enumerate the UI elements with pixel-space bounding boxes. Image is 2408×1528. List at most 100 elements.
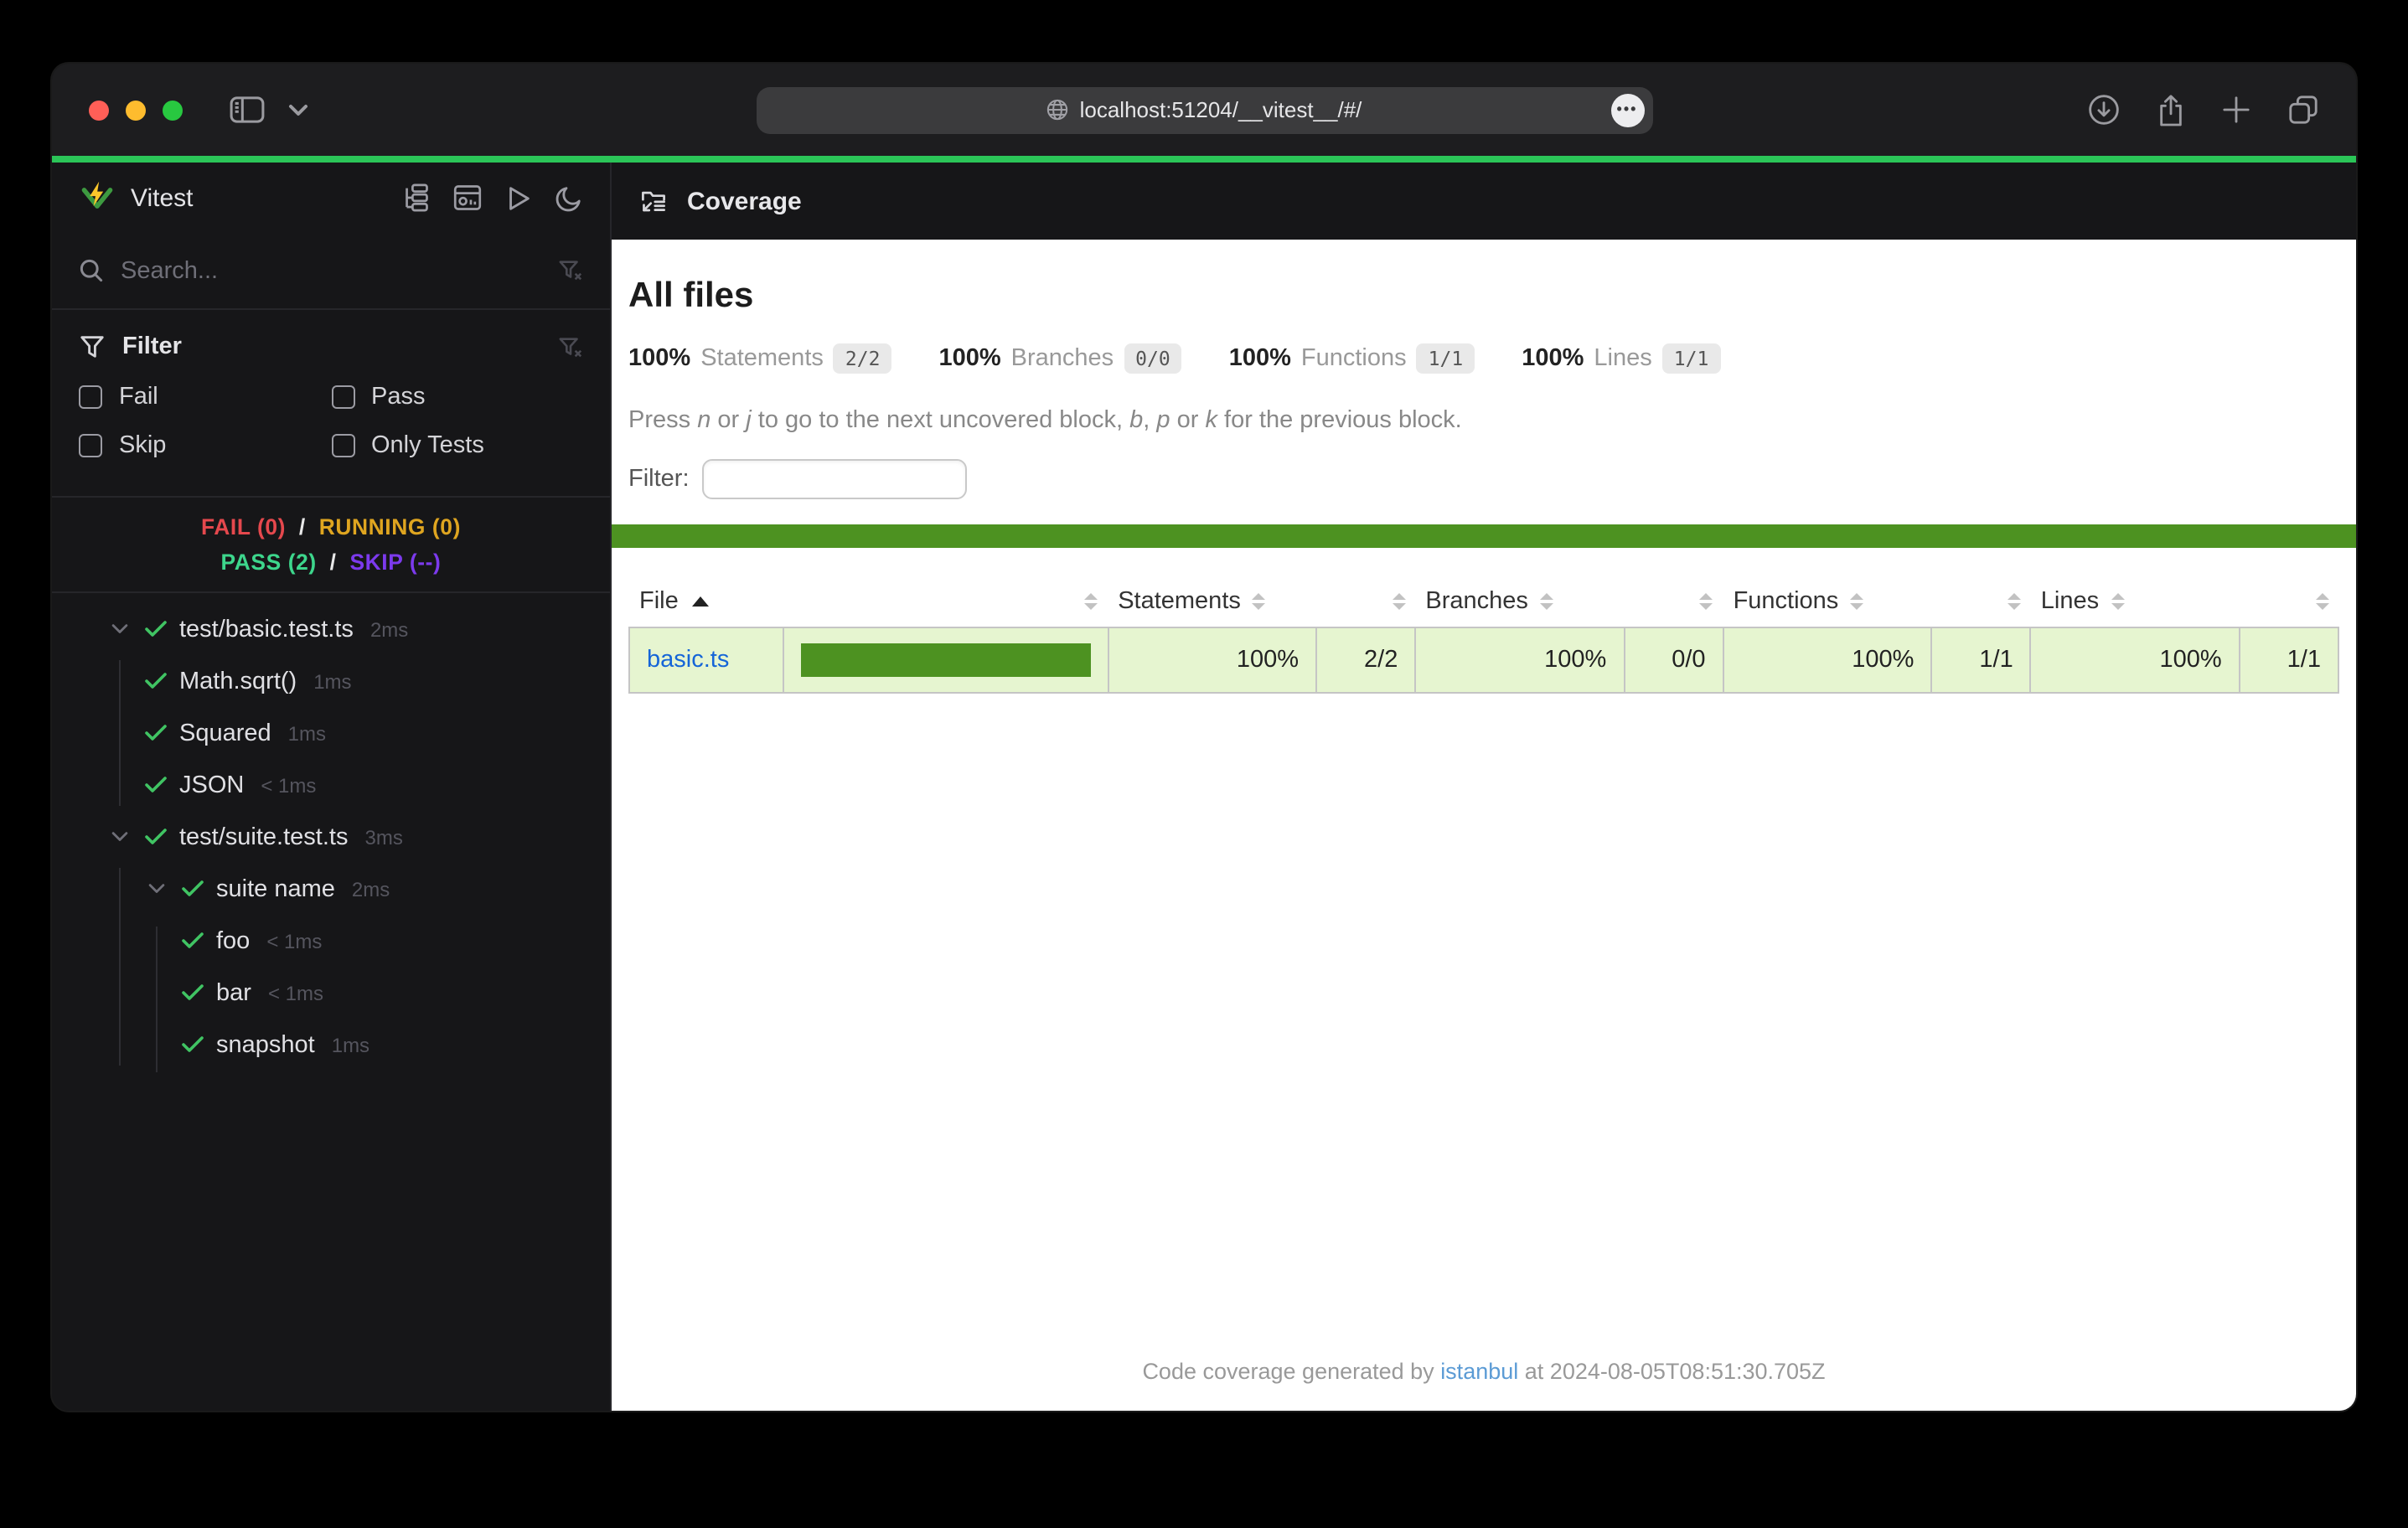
file-link[interactable]: basic.ts xyxy=(647,647,729,674)
tree-item-test[interactable]: foo < 1ms xyxy=(52,915,610,967)
statements-raw-cell: 2/2 xyxy=(1316,627,1415,693)
url-text: localhost:51204/__vitest__/#/ xyxy=(1080,97,1362,122)
sort-icon[interactable] xyxy=(1540,593,1553,610)
column-header-branches-raw[interactable] xyxy=(1624,576,1723,627)
statements-pct-cell: 100% xyxy=(1108,627,1316,693)
summary-functions: 100% Functions 1/1 xyxy=(1229,343,1475,374)
zoom-window-button[interactable] xyxy=(163,100,183,120)
sort-icon[interactable] xyxy=(1253,593,1266,610)
coverage-report: All files 100% Statements 2/2 100% Branc… xyxy=(612,240,2356,1411)
search-icon xyxy=(79,258,104,283)
duration: 3ms xyxy=(365,825,403,849)
coverage-summary: 100% Statements 2/2 100% Branches 0/0 10… xyxy=(628,343,2339,374)
clear-filters-icon[interactable] xyxy=(558,334,583,359)
fraction-badge: 1/1 xyxy=(1662,343,1721,374)
filter-checkbox-fail[interactable]: Fail xyxy=(79,384,331,410)
lines-raw-cell: 1/1 xyxy=(2240,627,2338,693)
overall-coverage-bar xyxy=(612,524,2356,548)
test-tree: test/basic.test.ts 2ms Math.sqrt() 1ms S… xyxy=(52,593,610,1411)
new-tab-icon[interactable] xyxy=(2222,96,2250,124)
sort-icon[interactable] xyxy=(2315,593,2328,610)
functions-pct-cell: 100% xyxy=(1723,627,1932,693)
clear-search-filter-icon[interactable] xyxy=(558,258,583,283)
close-window-button[interactable] xyxy=(89,100,109,120)
coverage-report-icon xyxy=(638,186,669,216)
page-settings-button[interactable]: ••• xyxy=(1610,93,1644,126)
chevron-down-icon[interactable] xyxy=(106,823,132,850)
filter-checkbox-skip[interactable]: Skip xyxy=(79,432,331,459)
tree-item-file[interactable]: test/suite.test.ts 3ms xyxy=(52,811,610,863)
report-footer: Code coverage generated by istanbul at 2… xyxy=(628,1342,2339,1397)
keyboard-hint: Press n or j to go to the next uncovered… xyxy=(628,407,2339,434)
column-header-statements[interactable]: Statements xyxy=(1108,576,1316,627)
filter-checkbox-pass[interactable]: Pass xyxy=(331,384,583,410)
column-header-lines-raw[interactable] xyxy=(2240,576,2338,627)
column-header-chart[interactable] xyxy=(783,576,1108,627)
lines-pct-cell: 100% xyxy=(2031,627,2240,693)
table-header-row: File Statements Branches Functions Lines xyxy=(629,576,2338,627)
tree-item-test[interactable]: Squared 1ms xyxy=(52,707,610,759)
column-header-lines[interactable]: Lines xyxy=(2031,576,2240,627)
tree-item-test[interactable]: bar < 1ms xyxy=(52,967,610,1019)
sort-icon[interactable] xyxy=(1084,593,1098,610)
istanbul-link[interactable]: istanbul xyxy=(1440,1359,1518,1384)
downloads-icon[interactable] xyxy=(2088,94,2120,126)
sort-icon[interactable] xyxy=(2008,593,2021,610)
chevron-down-icon[interactable] xyxy=(288,103,308,116)
check-icon xyxy=(179,927,206,954)
run-all-icon[interactable] xyxy=(504,183,533,212)
minimize-window-button[interactable] xyxy=(126,100,146,120)
sort-icon[interactable] xyxy=(1700,593,1713,610)
checkbox-icon xyxy=(331,434,354,457)
search-input[interactable] xyxy=(121,257,541,284)
coverage-title: Coverage xyxy=(687,187,802,215)
chevron-down-icon[interactable] xyxy=(142,875,169,902)
filter-title: Filter xyxy=(122,333,182,360)
tree-item-test[interactable]: JSON < 1ms xyxy=(52,759,610,811)
tree-item-file[interactable]: test/basic.test.ts 2ms xyxy=(52,603,610,655)
branches-raw-cell: 0/0 xyxy=(1624,627,1723,693)
sort-icon[interactable] xyxy=(1392,593,1405,610)
sort-icon[interactable] xyxy=(2111,593,2124,610)
funnel-icon xyxy=(79,333,106,360)
vitest-progress-bar xyxy=(52,156,2356,163)
browser-titlebar: localhost:51204/__vitest__/#/ ••• xyxy=(52,64,2356,156)
checkbox-icon xyxy=(331,385,354,409)
tree-item-test[interactable]: snapshot 1ms xyxy=(52,1019,610,1071)
tree-view-icon[interactable] xyxy=(400,183,431,213)
check-icon xyxy=(179,875,206,902)
file-filter-input[interactable] xyxy=(703,459,968,499)
sort-icon[interactable] xyxy=(1850,593,1863,610)
tree-item-suite[interactable]: suite name 2ms xyxy=(52,863,610,915)
sidebar-toggle-icon[interactable] xyxy=(230,96,265,124)
tree-indent-guide xyxy=(119,868,121,1066)
filter-checkbox-only-tests[interactable]: Only Tests xyxy=(331,432,583,459)
column-header-statements-raw[interactable] xyxy=(1316,576,1415,627)
globe-icon xyxy=(1046,99,1068,121)
fraction-badge: 1/1 xyxy=(1417,343,1475,374)
share-icon[interactable] xyxy=(2157,93,2185,126)
fraction-badge: 0/0 xyxy=(1124,343,1182,374)
file-filter-label: Filter: xyxy=(628,466,690,493)
tab-overview-icon[interactable] xyxy=(2287,94,2319,126)
address-bar[interactable]: localhost:51204/__vitest__/#/ ••• xyxy=(756,86,1652,133)
table-row: basic.ts 100% 2/2 100% 0/0 100% 1/1 100%… xyxy=(629,627,2338,693)
skip-count: SKIP (--) xyxy=(349,550,441,575)
dashboard-icon[interactable] xyxy=(452,183,483,213)
tree-item-test[interactable]: Math.sqrt() 1ms xyxy=(52,655,610,707)
column-header-functions-raw[interactable] xyxy=(1931,576,2030,627)
app-title: Vitest xyxy=(131,183,194,212)
desktop: localhost:51204/__vitest__/#/ ••• xyxy=(0,0,2408,1528)
dark-mode-moon-icon[interactable] xyxy=(555,183,583,212)
pass-count: PASS (2) xyxy=(221,550,317,575)
page-title: All files xyxy=(628,276,2339,317)
chevron-down-icon[interactable] xyxy=(106,616,132,643)
column-header-branches[interactable]: Branches xyxy=(1415,576,1624,627)
running-count: RUNNING (0) xyxy=(319,514,461,539)
column-header-functions[interactable]: Functions xyxy=(1723,576,1932,627)
search-bar xyxy=(52,233,610,310)
duration: 2ms xyxy=(370,617,408,641)
coverage-fill-bar xyxy=(801,643,1091,677)
column-header-file[interactable]: File xyxy=(629,576,783,627)
vitest-sidebar: Vitest xyxy=(52,163,610,1411)
